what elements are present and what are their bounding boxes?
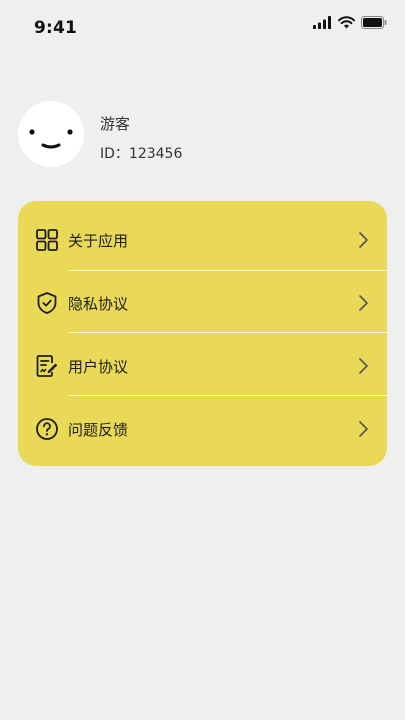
menu-item-label: 问题反馈 [68, 421, 129, 439]
user-id: ID：123456 [100, 146, 183, 162]
question-circle-icon [35, 417, 59, 441]
menu-item-user-agreement[interactable]: 用户协议 [18, 335, 387, 397]
grid-apps-icon [35, 228, 59, 252]
smiley-face-icon [29, 129, 73, 149]
status-icons [313, 16, 387, 29]
avatar[interactable] [18, 101, 84, 167]
status-time: 9:41 [34, 18, 78, 38]
shield-check-icon [35, 291, 59, 315]
menu-item-feedback[interactable]: 问题反馈 [18, 398, 387, 460]
document-edit-icon [35, 354, 59, 378]
menu-item-about-app[interactable]: 关于应用 [18, 209, 387, 271]
divider [68, 332, 387, 333]
menu-item-label: 关于应用 [68, 232, 129, 250]
wifi-icon [338, 16, 355, 29]
chevron-right-icon [357, 231, 369, 249]
username: 游客 [100, 115, 131, 133]
profile-section: 游客 ID：123456 [18, 101, 388, 169]
signal-icon [313, 16, 332, 29]
menu-card: 关于应用 隐私协议 用户协议 问题反馈 [18, 201, 387, 466]
menu-item-label: 用户协议 [68, 358, 129, 376]
menu-item-privacy-policy[interactable]: 隐私协议 [18, 272, 387, 334]
chevron-right-icon [357, 420, 369, 438]
battery-icon [361, 16, 387, 29]
chevron-right-icon [357, 357, 369, 375]
menu-item-label: 隐私协议 [68, 295, 129, 313]
chevron-right-icon [357, 294, 369, 312]
divider [68, 270, 387, 271]
status-bar: 9:41 [0, 0, 405, 56]
divider [68, 395, 387, 396]
